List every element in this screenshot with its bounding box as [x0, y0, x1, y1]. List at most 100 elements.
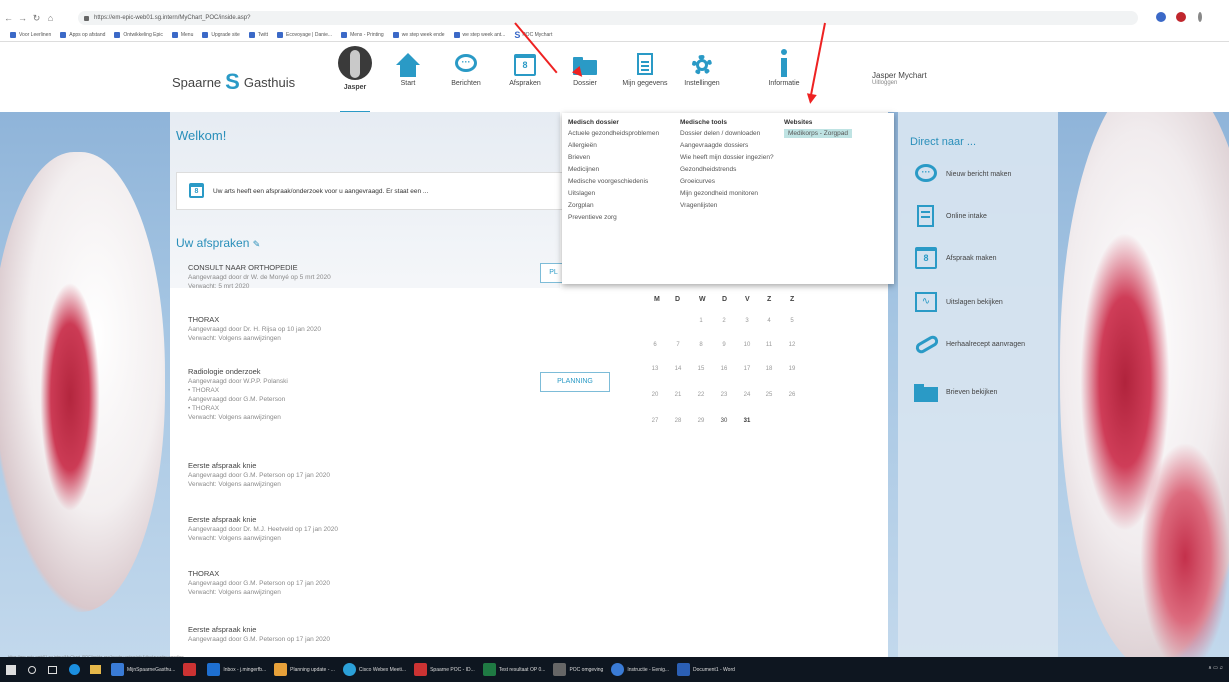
notification-box[interactable]: 8 Uw arts heeft een afspraak/onderzoek v… — [176, 172, 596, 210]
menu-item[interactable]: Medicijnen — [568, 166, 673, 174]
calendar-day[interactable]: 23 — [717, 392, 731, 398]
windows-start-icon[interactable] — [6, 664, 16, 675]
menu-item[interactable]: Uitslagen — [568, 190, 673, 198]
appointment-item[interactable]: Eerste afspraak knie Aangevraagd door G.… — [188, 624, 568, 644]
site-logo[interactable]: Spaarne S Gasthuis — [172, 69, 295, 95]
calendar-day[interactable]: 31 — [740, 418, 754, 424]
calendar-day[interactable]: 9 — [717, 342, 731, 348]
taskbar-item[interactable]: Spaarne POC - ID... — [414, 663, 475, 676]
menu-item[interactable]: Actuele gezondheidsproblemen — [568, 130, 673, 138]
calendar-day[interactable]: 13 — [648, 366, 662, 372]
menu-item[interactable]: Vragenlijsten — [680, 202, 785, 210]
system-tray[interactable]: ∧ ▭ ♫ — [1208, 665, 1223, 671]
nav-item-jasper[interactable]: Jasper — [331, 46, 379, 91]
menu-item-highlighted[interactable]: Medikorps - Zorgpad — [784, 129, 852, 138]
bookmark[interactable]: Mens - Printing — [341, 31, 384, 38]
bookmark[interactable]: Ecovoyage | Danie... — [277, 31, 332, 38]
quick-link-brieven[interactable]: Brieven bekijken — [914, 378, 1064, 406]
bookmark[interactable]: Apps op afstand — [60, 31, 105, 38]
menu-item[interactable]: Allergieën — [568, 142, 673, 150]
quick-link-online-intake[interactable]: Online intake — [914, 202, 1064, 230]
menu-item[interactable]: Groeicurves — [680, 178, 785, 186]
nav-item-start[interactable]: Start — [384, 50, 432, 87]
calendar-day[interactable]: 15 — [694, 366, 708, 372]
calendar-day[interactable]: 1 — [694, 318, 708, 324]
browser-menu-icon[interactable] — [1198, 12, 1202, 22]
bookmark[interactable]: Ontwikkeling Epic — [114, 31, 163, 38]
quick-link-herhaalrecept[interactable]: Herhaalrecept aanvragen — [913, 330, 1064, 358]
menu-item[interactable]: Zorgplan — [568, 202, 673, 210]
home-icon[interactable]: ⌂ — [45, 13, 56, 23]
calendar-day[interactable]: 22 — [694, 392, 708, 398]
calendar-day[interactable]: 5 — [785, 318, 799, 324]
calendar-day[interactable]: 6 — [648, 342, 662, 348]
calendar-day[interactable]: 30 — [717, 418, 731, 424]
appointment-item[interactable]: Radiologie onderzoek Aangevraagd door W.… — [188, 366, 568, 422]
calendar-day[interactable]: 25 — [762, 392, 776, 398]
logout-link[interactable]: Uitloggen — [872, 80, 927, 86]
menu-item[interactable]: Mijn gezondheid monitoren — [680, 190, 785, 198]
bookmark[interactable]: Voor Leerlinen — [10, 31, 51, 38]
appointment-item[interactable]: CONSULT NAAR ORTHOPEDIE Aangevraagd door… — [188, 262, 568, 291]
nav-item-berichten[interactable]: ··· Berichten — [442, 50, 490, 87]
url-field[interactable]: https://em-epic-web01.sg.intern/MyChart_… — [78, 11, 1138, 25]
reload-icon[interactable]: ↻ — [31, 13, 42, 24]
taskbar-item[interactable]: MijnSpaarneGasthu... — [111, 663, 175, 676]
menu-item[interactable]: Aangevraagde dossiers — [680, 142, 785, 150]
appointment-item[interactable]: THORAX Aangevraagd door Dr. H. Rijsa op … — [188, 314, 568, 343]
menu-item[interactable]: Brieven — [568, 154, 673, 162]
calendar-day[interactable]: 14 — [671, 366, 685, 372]
back-icon[interactable]: ← — [3, 13, 14, 23]
calendar-day[interactable]: 4 — [762, 318, 776, 324]
nav-item-mijn-gegevens[interactable]: Mijn gegevens — [621, 50, 669, 87]
bookmark[interactable]: we step week ende — [392, 31, 445, 38]
appointment-item[interactable]: Eerste afspraak knie Aangevraagd door G.… — [188, 460, 568, 489]
task-view-icon[interactable] — [48, 665, 57, 674]
calendar-day[interactable]: 20 — [648, 392, 662, 398]
calendar-day[interactable]: 16 — [717, 366, 731, 372]
taskbar-item[interactable]: Cisco Webex Meeti... — [342, 663, 406, 676]
calendar-day[interactable]: 2 — [717, 318, 731, 324]
taskbar-item[interactable]: POC omgeving — [553, 663, 603, 676]
quick-link-new-message[interactable]: ··· Nieuw bericht maken — [914, 160, 1064, 188]
taskbar-item[interactable]: Planning update - ... — [274, 663, 335, 676]
taskbar-item[interactable]: Document1 - Word — [677, 663, 735, 676]
appointment-item[interactable]: Eerste afspraak knie Aangevraagd door Dr… — [188, 514, 568, 543]
calendar-day[interactable]: 19 — [785, 366, 799, 372]
taskbar-item[interactable]: Instructie - Eenig... — [611, 663, 669, 676]
menu-item[interactable]: Dossier delen / downloaden — [680, 130, 785, 138]
quick-link-afspraak-maken[interactable]: 8 Afspraak maken — [914, 244, 1064, 272]
calendar-day[interactable]: 21 — [671, 392, 685, 398]
nav-item-instellingen[interactable]: Instellingen — [678, 50, 726, 87]
calendar-day[interactable]: 10 — [740, 342, 754, 348]
calendar-day[interactable]: 29 — [694, 418, 708, 424]
forward-icon[interactable]: → — [17, 13, 28, 23]
nav-item-informatie[interactable]: Informatie — [760, 49, 808, 87]
taskbar-item[interactable]: Test resultaat OP 0... — [482, 663, 545, 676]
calendar-day[interactable]: 8 — [694, 342, 708, 348]
menu-item[interactable]: Gezondheidstrends — [680, 166, 785, 174]
calendar-day[interactable]: 11 — [762, 342, 776, 348]
bookmark[interactable]: we step week ant... — [453, 31, 505, 38]
menu-item[interactable]: Medische voorgeschiedenis — [568, 178, 673, 186]
menu-item[interactable]: Wie heeft mijn dossier ingezien? — [680, 154, 785, 162]
calendar-day[interactable]: 17 — [740, 366, 754, 372]
bookmark[interactable]: Upgrade site — [202, 31, 240, 38]
quick-link-uitslagen[interactable]: ∿ Uitslagen bekijken — [914, 288, 1064, 316]
calendar-day[interactable]: 27 — [648, 418, 662, 424]
extension-icon[interactable] — [1176, 12, 1186, 22]
taskbar-item[interactable]: Inbox - j.mingerfb... — [207, 663, 266, 676]
calendar-day[interactable]: 18 — [762, 366, 776, 372]
calendar-day[interactable]: 26 — [785, 392, 799, 398]
calendar-day[interactable]: 3 — [740, 318, 754, 324]
nav-item-dossier[interactable]: Dossier — [561, 50, 609, 87]
calendar-day[interactable]: 7 — [671, 342, 685, 348]
file-explorer-icon[interactable] — [90, 665, 101, 674]
planning-button[interactable]: PLANNING — [540, 372, 610, 392]
pencil-icon[interactable]: ✎ — [253, 239, 261, 249]
calendar-day[interactable]: 12 — [785, 342, 799, 348]
search-icon[interactable] — [28, 665, 36, 674]
appointment-item[interactable]: THORAX Aangevraagd door G.M. Peterson op… — [188, 568, 568, 597]
browser-app-icon[interactable] — [69, 664, 80, 675]
bookmark[interactable]: Twitt — [248, 31, 268, 38]
